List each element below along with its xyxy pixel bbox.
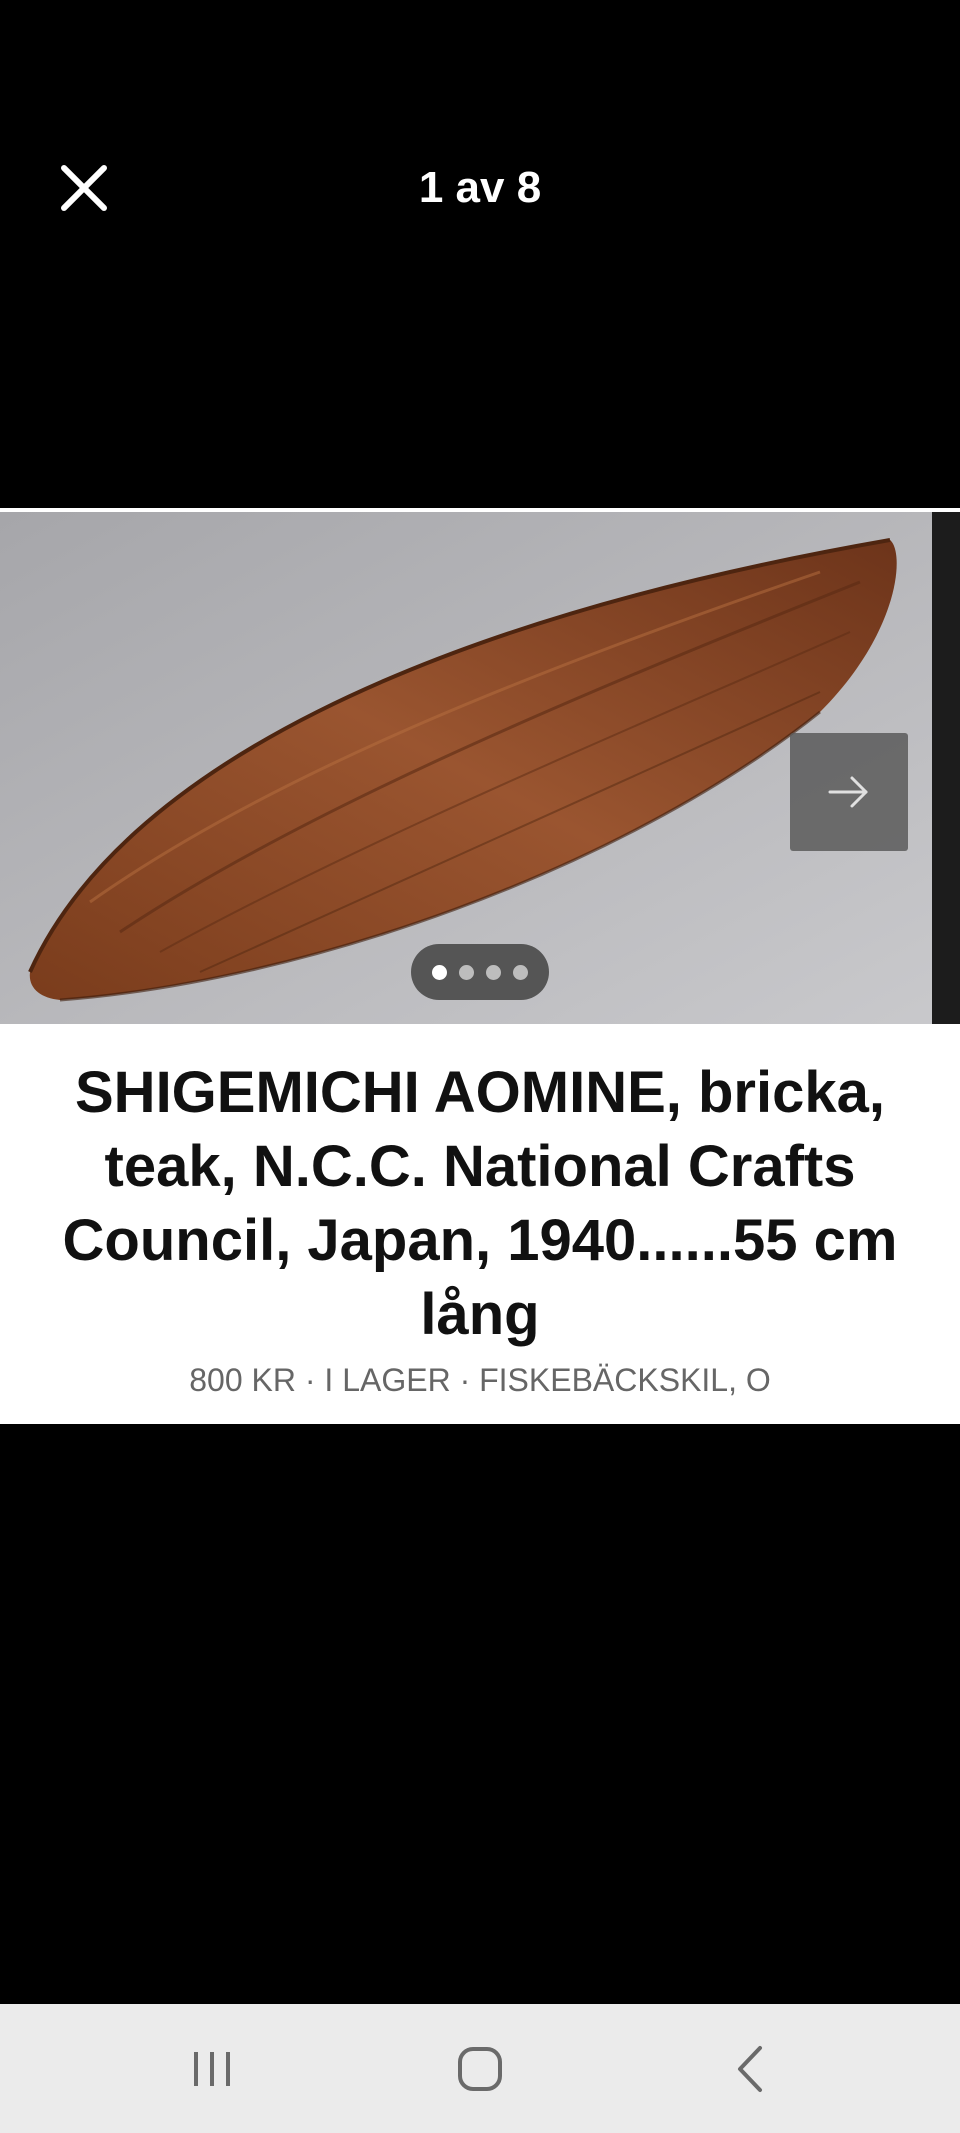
listing-card: SHIGEMICHI AOMINE, bricka, teak, N.C.C. … (0, 508, 960, 1424)
carousel-dot[interactable] (459, 964, 474, 980)
image-counter: 1 av 8 (418, 163, 542, 212)
carousel-dot[interactable] (513, 964, 528, 980)
arrow-right-icon (828, 776, 868, 808)
listing-meta: 800 KR · I LAGER · FISKEBÄCKSKIL, O (189, 1362, 771, 1398)
back-icon (738, 2046, 762, 2092)
next-image-preview (932, 512, 960, 1024)
carousel-dot[interactable] (486, 964, 501, 980)
carousel-indicator (411, 944, 549, 1000)
recents-icon (194, 2052, 230, 2086)
carousel-dot[interactable] (432, 964, 447, 980)
image-viewer: 1 av 8 SHIGEMICHI AOMINE, bricka, teak, … (0, 0, 960, 2133)
back-button[interactable] (690, 2032, 810, 2106)
listing-title: SHIGEMICHI AOMINE, bricka, teak, N.C.C. … (62, 1060, 898, 1347)
product-photo[interactable] (0, 512, 960, 1024)
system-navigation-bar (0, 2004, 960, 2133)
next-image-button[interactable] (790, 733, 908, 851)
home-button[interactable] (420, 2032, 540, 2106)
home-icon (458, 2047, 502, 2091)
recents-button[interactable] (152, 2032, 272, 2106)
